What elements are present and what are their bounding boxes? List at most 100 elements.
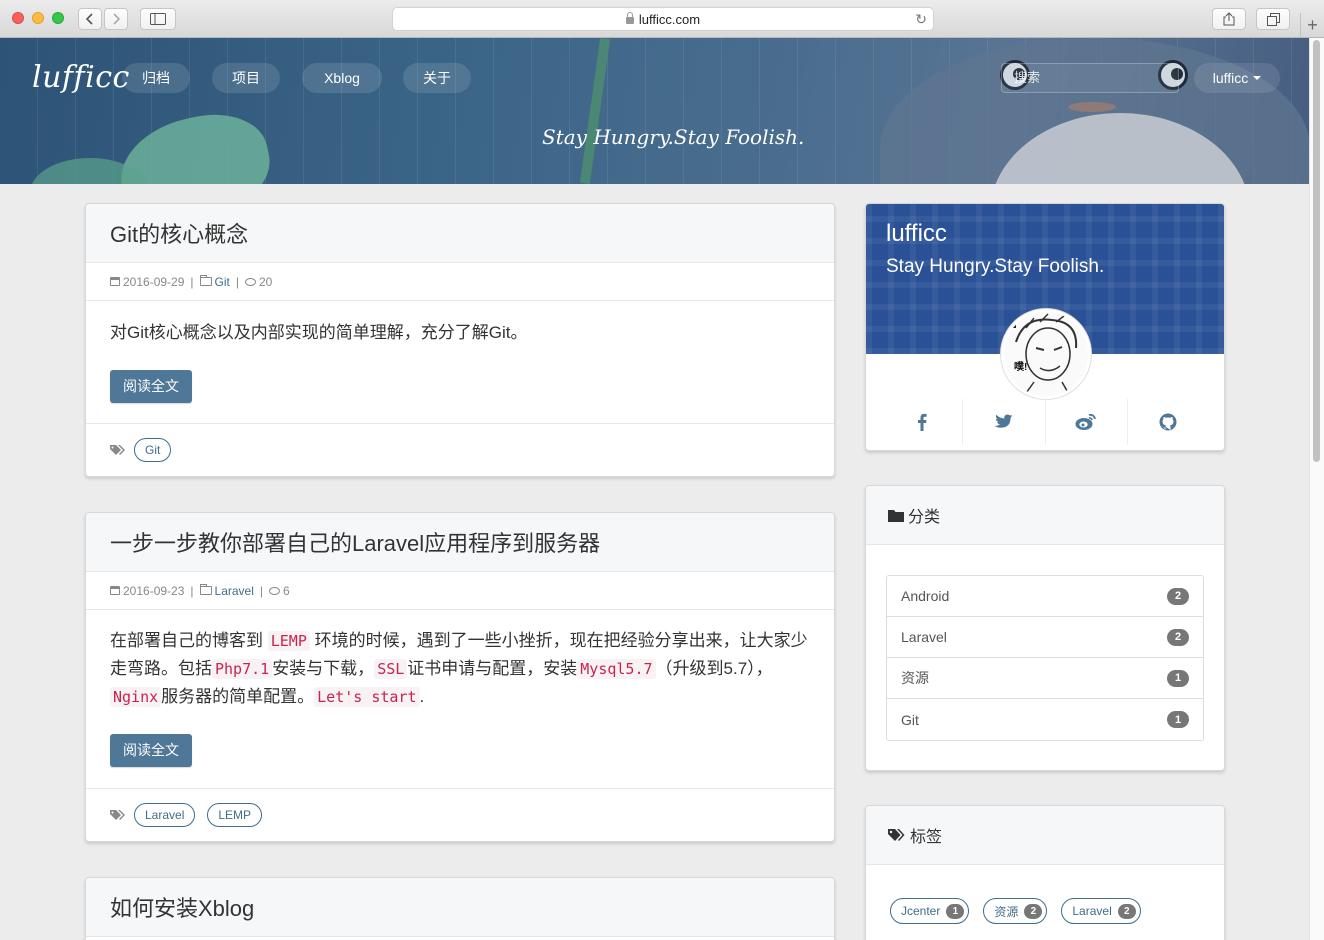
site-header [0,38,1309,184]
close-window-button[interactable] [12,12,24,24]
post-title[interactable]: Git的核心概念 [86,204,834,263]
count-badge: 1 [946,903,965,919]
user-name: lufficc [1212,70,1249,86]
tabs-icon [1266,12,1280,26]
tag-link[interactable]: 资源 2 [983,898,1048,924]
weibo-icon [1075,413,1097,430]
folder-icon [199,584,212,595]
post-tags: Laravel LEMP [86,788,834,841]
post-card: 如何安装Xblog [85,877,835,940]
avatar[interactable]: 噗! [1001,309,1091,399]
tag-cloud: Jcenter 1 资源 2 Laravel 2 [866,865,1224,932]
tag-link[interactable]: Laravel 2 [1061,898,1141,924]
facebook-icon [917,413,927,431]
meta-separator: | [259,583,263,598]
post-tags: Git [86,423,834,476]
count-badge: 2 [1167,587,1189,605]
post-card: 一步一步教你部署自己的Laravel应用程序到服务器 2016-09-23 | … [85,512,835,842]
address-bar[interactable]: lufficc.com ↻ [392,7,934,31]
twitter-link[interactable] [963,399,1046,445]
excerpt-text: 证书申请与配置，安装 [407,659,578,678]
inline-code: Php7.1 [212,659,273,679]
meta-separator: | [235,274,239,289]
facebook-link[interactable] [881,399,964,445]
inline-code: SSL [374,659,408,679]
sidebar-icon [150,13,166,25]
minimize-window-button[interactable] [32,12,44,24]
category-name: Laravel [901,629,947,645]
tags-icon [888,829,905,841]
post-category-link[interactable]: Laravel [215,584,254,598]
back-button[interactable] [78,8,102,30]
read-more-button[interactable]: 阅读全文 [110,734,192,767]
search-input[interactable]: 搜索 [1001,63,1179,93]
category-item[interactable]: Git 1 [887,699,1203,740]
share-button[interactable] [1212,8,1246,30]
inline-code: Let's start [314,687,420,707]
new-tab-button[interactable]: + [1300,13,1324,38]
sidebar-toggle-button[interactable] [140,8,176,30]
zoom-window-button[interactable] [52,12,64,24]
category-item[interactable]: Android 2 [887,576,1203,617]
post-meta: 2016-09-23 | Laravel | 6 [86,572,834,610]
inline-code: LEMP [267,631,310,651]
github-link[interactable] [1128,399,1209,445]
tag-link[interactable]: Git [134,438,172,462]
post-excerpt: 在部署自己的博客到 LEMP 环境的时候，遇到了一些小挫折，现在把经验分享出来，… [86,610,834,734]
nav-about[interactable]: 关于 [403,63,471,93]
post-category-link[interactable]: Git [215,275,230,289]
read-more-button[interactable]: 阅读全文 [110,370,192,403]
excerpt-text: 安装与下载， [272,659,375,678]
post-title[interactable]: 一步一步教你部署自己的Laravel应用程序到服务器 [86,513,834,572]
tags-icon [110,445,125,455]
user-menu-dropdown[interactable]: lufficc [1194,63,1280,93]
post-title[interactable]: 如何安装Xblog [86,878,834,937]
profile-name: lufficc [886,220,947,247]
tags-title: 标签 [910,829,943,846]
nav-xblog[interactable]: Xblog [302,63,382,93]
excerpt-text: 在部署自己的博客到 [110,631,268,650]
share-icon [1223,12,1235,26]
nav-projects[interactable]: 项目 [212,63,280,93]
browser-toolbar: lufficc.com ↻ + [0,0,1324,38]
tag-name: Laravel [1072,904,1112,918]
categories-card: 分类 Android 2 Laravel 2 资源 1 Git 1 [865,485,1225,771]
post-comment-count: 6 [283,583,290,598]
reload-icon[interactable]: ↻ [915,11,927,28]
inline-code: Mysql5.7 [577,659,656,679]
tag-link[interactable]: Laravel [134,803,196,827]
folder-icon [199,275,212,286]
meta-separator: | [190,583,194,598]
twitter-icon [994,414,1013,428]
category-name: 资源 [901,670,929,686]
categories-title: 分类 [908,509,941,526]
nav-archive[interactable]: 归档 [122,63,190,93]
avatar-sketch: 噗! [1004,312,1088,396]
site-logo[interactable]: lufficc [32,60,130,95]
category-item[interactable]: 资源 1 [887,658,1203,699]
tag-link[interactable]: Jcenter 1 [890,898,970,924]
category-list: Android 2 Laravel 2 资源 1 Git 1 [886,575,1204,741]
github-icon [1159,413,1177,431]
folder-icon [888,509,904,522]
comment-icon [244,277,256,286]
avatar-caption: 噗! [1014,360,1027,373]
post-comment-count: 20 [258,274,273,289]
scrollbar-thumb[interactable] [1313,40,1320,462]
count-badge: 1 [1167,711,1189,728]
post-card: Git的核心概念 2016-09-29 | Git | 20 对Git核心概念以… [85,203,835,477]
categories-heading: 分类 [866,486,1224,545]
count-badge: 1 [1167,669,1189,687]
excerpt-text: . [419,687,425,706]
excerpt-text: （升级到5.7）， [655,659,773,678]
forward-button[interactable] [104,8,128,30]
weibo-link[interactable] [1046,399,1128,445]
chevron-left-icon [86,13,93,25]
tag-name: 资源 [994,904,1019,919]
caret-down-icon [1253,76,1262,80]
profile-card: lufficc Stay Hungry.Stay Foolish. 噗! [865,203,1225,451]
tag-name: Jcenter [901,904,941,918]
tabs-overview-button[interactable] [1256,8,1290,30]
category-item[interactable]: Laravel 2 [887,617,1203,658]
tag-link[interactable]: LEMP [207,803,263,827]
